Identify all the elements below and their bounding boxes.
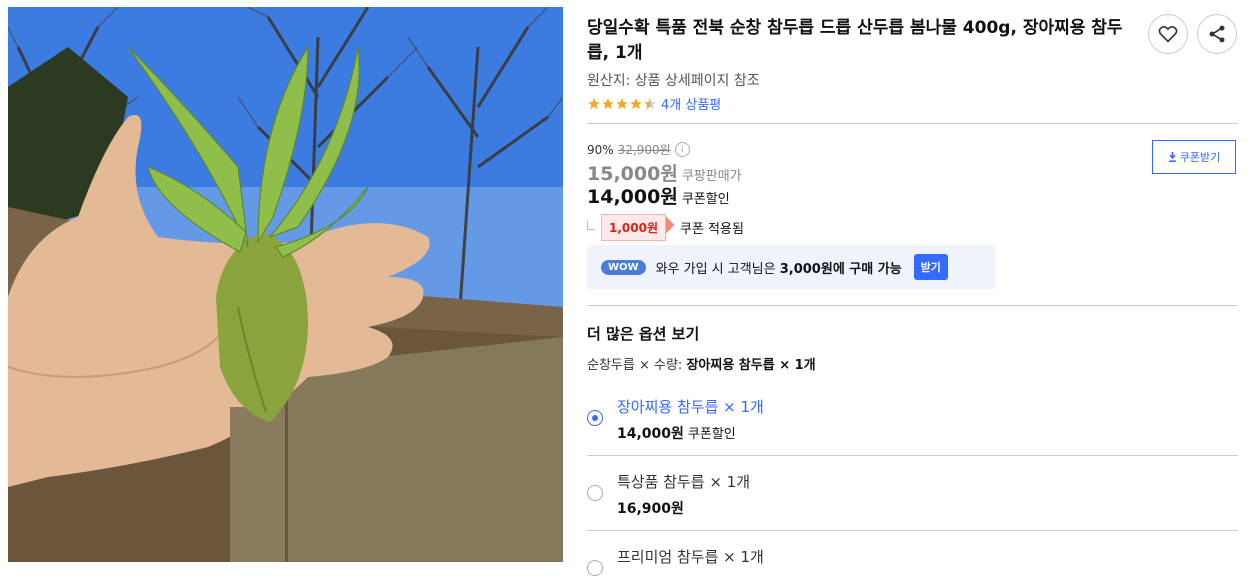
divider — [587, 123, 1238, 124]
more-options-title: 더 많은 옵션 보기 — [587, 325, 700, 343]
star-icon — [616, 97, 628, 109]
origin-info: 원산지: 상품 상세페이지 참조 — [587, 73, 760, 89]
share-button[interactable] — [1197, 14, 1237, 54]
info-icon[interactable]: i — [674, 142, 690, 157]
radio-unselected[interactable] — [587, 560, 603, 576]
coupon-amount-tag: 1,000원 — [601, 214, 666, 241]
option-price-value: 14,000원 — [617, 426, 684, 442]
wow-text: 와우 가입 시 고객님은 3,000원에 구매 가능 — [656, 258, 902, 277]
coupon-price: 14,000원 — [587, 186, 678, 208]
divider — [587, 305, 1238, 306]
coupon-price-label: 쿠폰할인 — [681, 192, 730, 207]
radio-unselected[interactable] — [587, 485, 603, 501]
divider — [587, 530, 1238, 531]
radio-selected[interactable] — [587, 410, 603, 426]
divider — [587, 455, 1238, 456]
coupon-applied-row: 1,000원 쿠폰 적용됨 — [587, 214, 744, 241]
product-title: 당일수확 특품 전북 순창 참두릅 드릅 산두릅 봄나물 400g, 장아찌용 … — [587, 18, 1123, 63]
download-icon — [1168, 152, 1176, 162]
corner-connector — [587, 221, 595, 230]
discount-rate: 90% — [587, 142, 614, 157]
wow-text-bold: 3,000원에 구매 가능 — [779, 261, 902, 277]
coupon-download-button[interactable]: 쿠폰받기 — [1152, 140, 1236, 174]
wishlist-button[interactable] — [1148, 14, 1188, 54]
wow-membership-box: WOW 와우 가입 시 고객님은 3,000원에 구매 가능 받기 — [587, 245, 995, 289]
rating-row: 4개 상품평 — [587, 94, 721, 113]
option-price: 14,000원 쿠폰할인 — [617, 423, 736, 443]
product-info-panel: 당일수확 특품 전북 순창 참두릅 드릅 산두릅 봄나물 400g, 장아찌용 … — [587, 0, 1238, 576]
product-image[interactable] — [8, 7, 563, 562]
heart-icon — [1158, 26, 1178, 43]
option-summary-prefix: 순창두릅 × 수량: — [587, 358, 687, 373]
option-price-note: 쿠폰할인 — [687, 427, 736, 442]
option-item[interactable]: 특상품 참두릅 × 1개 16,900원 — [587, 467, 1238, 527]
coupon-applied-text: 쿠폰 적용됨 — [680, 222, 744, 237]
coupon-price-row: 14,000원 쿠폰할인 — [587, 182, 730, 209]
review-count-link[interactable]: 4개 상품평 — [661, 94, 721, 113]
star-half-icon — [644, 97, 656, 109]
star-icon — [630, 97, 642, 109]
original-price: 32,900원 — [617, 143, 671, 157]
option-name: 장아찌용 참두릅 × 1개 — [617, 398, 764, 416]
option-item[interactable]: 프리미엄 참두릅 × 1개 — [587, 542, 1238, 576]
option-price: 16,900원 — [617, 501, 684, 517]
star-icon — [602, 97, 614, 109]
share-icon — [1209, 25, 1225, 43]
option-summary-value: 장아찌용 참두릅 × 1개 — [686, 358, 816, 373]
discount-row: 90% 32,900원 i — [587, 141, 690, 158]
option-name: 특상품 참두릅 × 1개 — [617, 473, 751, 491]
option-name: 프리미엄 참두릅 × 1개 — [617, 548, 764, 566]
option-item[interactable]: 장아찌용 참두릅 × 1개 14,000원 쿠폰할인 — [587, 392, 1238, 452]
coupon-download-label: 쿠폰받기 — [1179, 151, 1221, 164]
star-icon — [588, 97, 600, 109]
option-summary: 순창두릅 × 수량: 장아찌용 참두릅 × 1개 — [587, 354, 816, 373]
wow-get-button[interactable]: 받기 — [913, 254, 948, 280]
wow-text-prefix: 와우 가입 시 고객님은 — [655, 261, 780, 277]
star-rating — [587, 97, 657, 111]
wow-badge: WOW — [601, 259, 646, 275]
